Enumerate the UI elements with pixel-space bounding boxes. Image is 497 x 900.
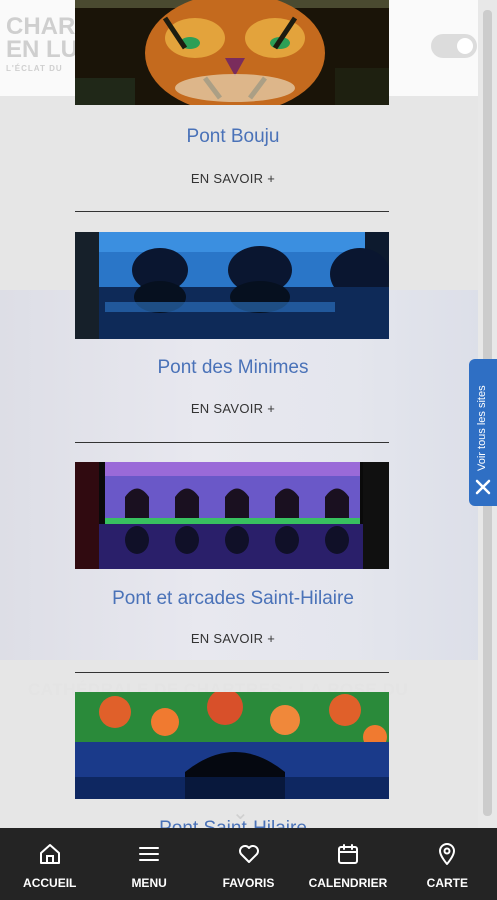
- minimes-bridge-image: [75, 232, 389, 339]
- site-title-pont-et-arcades-saint-hilaire[interactable]: Pont et arcades Saint-Hilaire: [0, 588, 466, 610]
- site-title-pont-des-minimes[interactable]: Pont des Minimes: [0, 357, 466, 379]
- saint-hilaire-bridge-image: [75, 692, 389, 799]
- home-icon: [39, 844, 60, 864]
- nav-label-carte: CARTE: [426, 876, 468, 890]
- separator: [75, 211, 389, 212]
- nav-item-carte[interactable]: CARTE: [398, 828, 497, 900]
- separator: [75, 672, 389, 673]
- map-pin-icon: [439, 843, 456, 865]
- site-thumbnail-pont-bouju[interactable]: [75, 0, 389, 105]
- nav-label-calendrier: CALENDRIER: [308, 876, 388, 890]
- learn-more-link-pont-et-arcades-saint-hilaire[interactable]: EN SAVOIR +: [0, 631, 466, 646]
- site-title-pont-bouju[interactable]: Pont Bouju: [0, 126, 466, 148]
- bottom-navigation: ACCUEIL MENU FAVORIS CALENDRIER CARTE: [0, 828, 497, 900]
- see-all-sites-tab[interactable]: Voir tous les sites: [469, 359, 497, 506]
- heart-icon: [238, 845, 259, 863]
- site-thumbnail-pont-des-minimes[interactable]: [75, 232, 389, 339]
- nav-label-favoris: FAVORIS: [222, 876, 275, 890]
- nav-item-calendrier[interactable]: CALENDRIER: [298, 828, 397, 900]
- calendar-icon: [337, 844, 358, 864]
- site-thumbnail-pont-et-arcades-saint-hilaire[interactable]: [75, 462, 389, 569]
- nav-label-menu: MENU: [131, 876, 167, 890]
- see-all-sites-label[interactable]: Voir tous les sites: [476, 371, 490, 471]
- nav-item-favoris[interactable]: FAVORIS: [199, 828, 298, 900]
- tiger-projection-image: [75, 0, 389, 105]
- hamburger-icon: [139, 847, 160, 861]
- learn-more-link-pont-bouju[interactable]: EN SAVOIR +: [0, 171, 466, 186]
- learn-more-link-pont-des-minimes[interactable]: EN SAVOIR +: [0, 401, 466, 416]
- close-icon[interactable]: [475, 479, 491, 495]
- arcades-bridge-image: [75, 462, 389, 569]
- separator: [75, 442, 389, 443]
- site-thumbnail-pont-saint-hilaire[interactable]: [75, 692, 389, 799]
- nav-label-accueil: ACCUEIL: [23, 876, 77, 890]
- sites-list: Pont Bouju EN SAVOIR + Pont des Minimes …: [0, 0, 478, 828]
- nav-item-accueil[interactable]: ACCUEIL: [0, 828, 99, 900]
- site-title-pont-saint-hilaire[interactable]: Pont Saint-Hilaire: [0, 818, 466, 828]
- nav-item-menu[interactable]: MENU: [99, 828, 198, 900]
